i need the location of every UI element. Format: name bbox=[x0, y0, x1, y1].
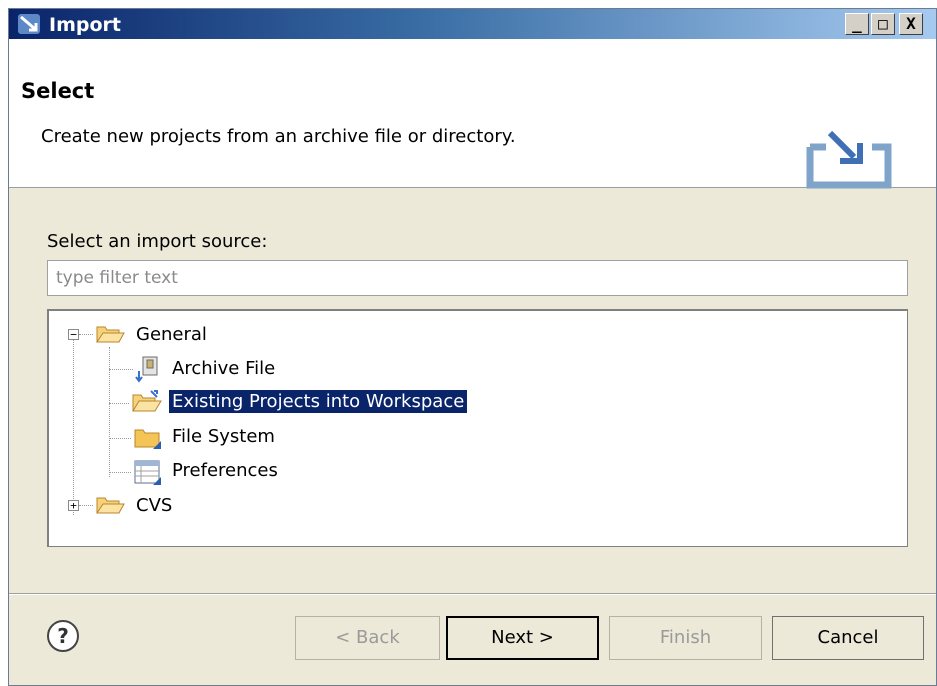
page-title: Select bbox=[21, 79, 95, 103]
tree-item-file-system[interactable]: File System bbox=[169, 425, 278, 448]
import-dialog: Import _ □ X Select Create new projects … bbox=[8, 8, 937, 686]
title-bar[interactable]: Import _ □ X bbox=[9, 9, 936, 39]
archive-file-icon bbox=[135, 356, 158, 383]
folder-open-icon bbox=[96, 497, 125, 514]
tree-item-preferences[interactable]: Preferences bbox=[169, 459, 281, 482]
back-button[interactable]: < Back bbox=[295, 616, 440, 660]
collapse-toggle-general[interactable]: − bbox=[68, 329, 79, 340]
help-icon[interactable]: ? bbox=[46, 619, 80, 653]
filter-input[interactable] bbox=[47, 260, 908, 296]
tree-item-archive-file[interactable]: Archive File bbox=[169, 357, 278, 380]
tree-connector bbox=[79, 334, 93, 335]
expand-toggle-cvs[interactable]: + bbox=[68, 500, 79, 511]
minimize-button[interactable]: _ bbox=[845, 13, 869, 35]
import-wizard-icon bbox=[806, 130, 892, 189]
page-description: Create new projects from an archive file… bbox=[41, 126, 516, 147]
import-source-label: Select an import source: bbox=[47, 231, 268, 252]
tree-connector bbox=[109, 369, 133, 370]
import-source-tree[interactable]: − General Archive File Existing Projects… bbox=[47, 309, 908, 547]
header-banner: Select Create new projects from an archi… bbox=[9, 39, 936, 189]
preferences-icon bbox=[134, 460, 161, 485]
existing-projects-icon bbox=[132, 390, 162, 412]
maximize-button[interactable]: □ bbox=[871, 13, 895, 35]
file-system-folder-icon bbox=[134, 429, 161, 449]
tree-item-existing-projects[interactable]: Existing Projects into Workspace bbox=[169, 390, 468, 413]
eclipse-import-icon bbox=[18, 14, 40, 34]
tree-connector bbox=[79, 505, 93, 506]
tree-guide-line bbox=[73, 333, 74, 515]
close-button[interactable]: X bbox=[899, 13, 923, 35]
tree-item-general[interactable]: General bbox=[133, 323, 210, 346]
svg-text:?: ? bbox=[57, 624, 69, 648]
footer-separator bbox=[9, 593, 936, 595]
window-title: Import bbox=[49, 14, 121, 36]
tree-connector bbox=[109, 438, 131, 439]
finish-button[interactable]: Finish bbox=[609, 616, 762, 660]
tree-item-cvs[interactable]: CVS bbox=[133, 494, 175, 517]
folder-open-icon bbox=[96, 326, 125, 343]
tree-connector bbox=[109, 472, 131, 473]
next-button[interactable]: Next > bbox=[446, 616, 599, 660]
tree-connector bbox=[109, 403, 129, 404]
cancel-button[interactable]: Cancel bbox=[772, 616, 924, 660]
tree-guide-line bbox=[109, 347, 110, 477]
